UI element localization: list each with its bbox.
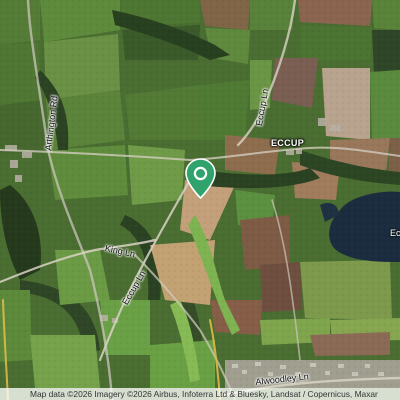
- satellite-imagery: [0, 0, 400, 400]
- place-label-eccup: ECCUP: [271, 138, 305, 148]
- satellite-map[interactable]: Arthington Rd Eccup Ln King Ln Eccup Ln …: [0, 0, 400, 400]
- map-attribution: Map data ©2026 Imagery ©2026 Airbus, Inf…: [0, 388, 400, 400]
- water-label-reservoir: Ec: [390, 228, 400, 238]
- location-pin-icon[interactable]: [185, 158, 216, 200]
